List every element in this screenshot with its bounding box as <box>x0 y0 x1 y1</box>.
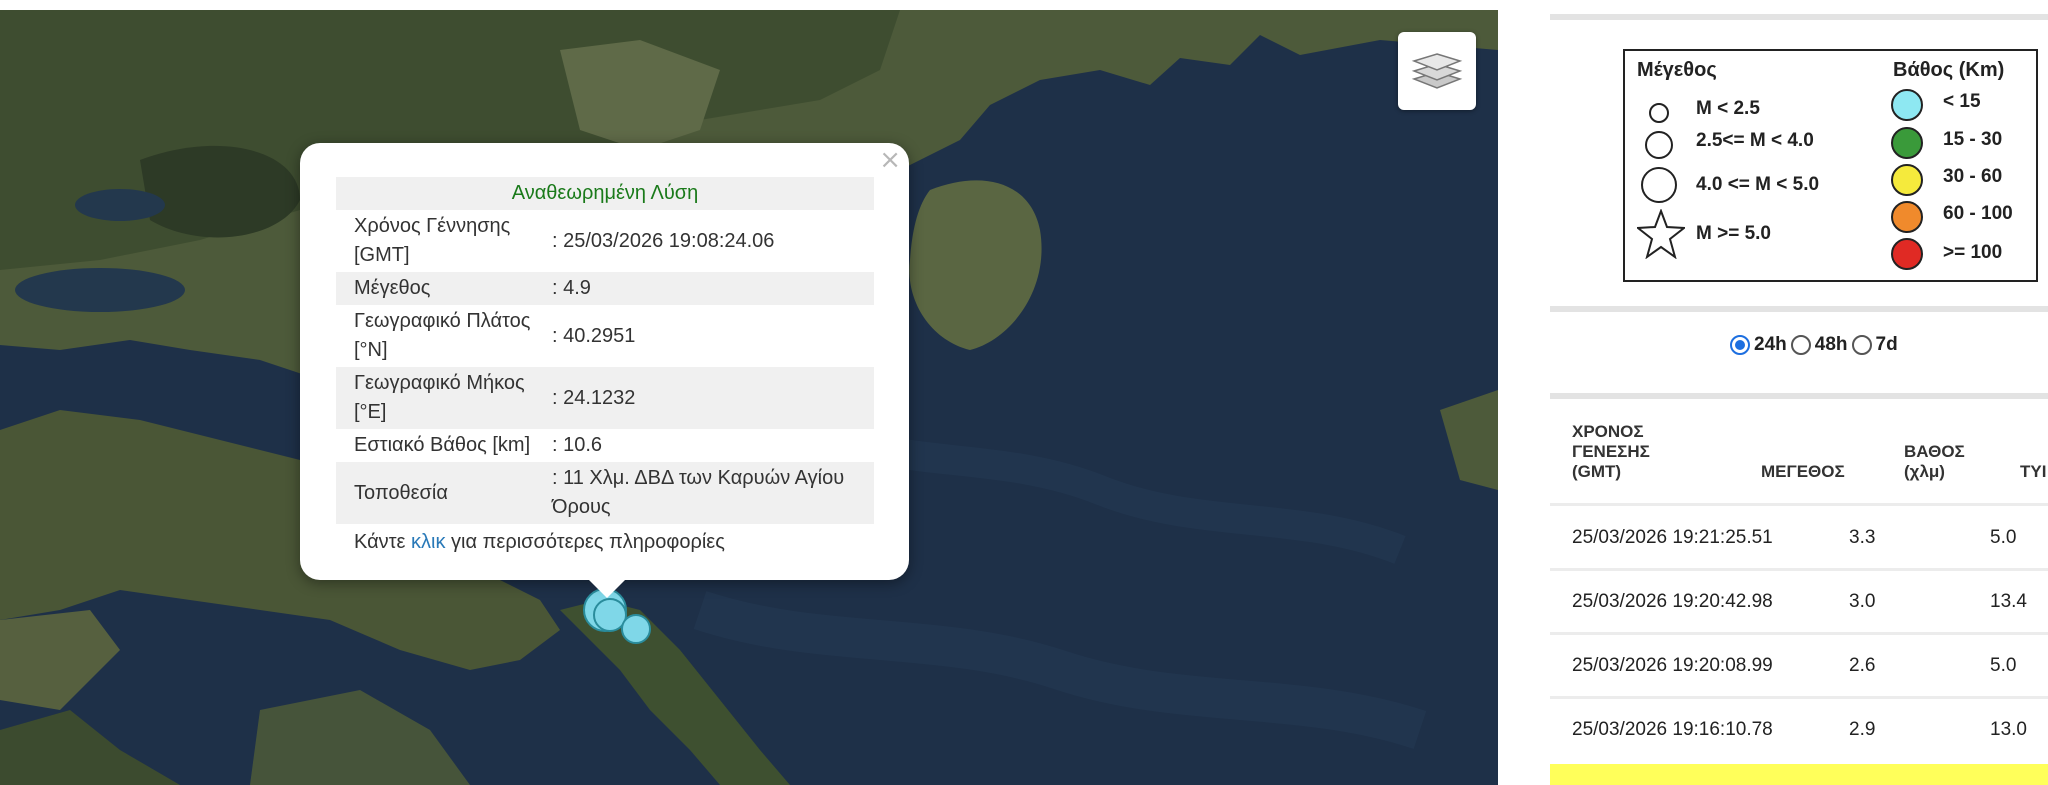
depth-color-swatch <box>1891 89 1923 121</box>
row-time[interactable]: 25/03/2026 19:20:42.98 <box>1572 591 1773 613</box>
depth-color-swatch <box>1891 238 1923 270</box>
header-origin-time-line: (GMT) <box>1572 462 1622 481</box>
filter-48h-label: 48h <box>1814 334 1848 355</box>
legend-depth-title: Βάθος (Km) <box>1893 59 2005 81</box>
filter-24h-label: 24h <box>1754 334 1787 355</box>
sidebar: Μέγεθος Βάθος (Km) M < 2.5 2.5<= M < 4.0… <box>1498 0 2048 785</box>
header-type[interactable]: ΤΥΙ <box>2020 462 2046 482</box>
radio-7d[interactable] <box>1851 335 1872 355</box>
divider <box>1550 306 2048 312</box>
highlighted-table-row[interactable] <box>1550 764 2048 785</box>
header-origin-time[interactable]: ΧΡΟΝΟΣ ΓΕΝΕΣΗΣ (GMT) <box>1572 422 1650 482</box>
header-depth-line: ΒΑΘΟΣ <box>1904 442 1965 461</box>
table-divider <box>1550 632 2048 635</box>
row-depth: 5.0 <box>1990 527 2017 548</box>
table-divider <box>1550 503 2048 506</box>
header-origin-time-line: ΓΕΝΕΣΗΣ <box>1572 442 1650 461</box>
row-magnitude: 3.3 <box>1849 527 1876 548</box>
popup-row-value: : 11 Χλμ. ΔΒΔ των Καρυών Αγίου Όρους <box>552 462 874 524</box>
legend-magnitude-title: Μέγεθος <box>1637 59 1717 81</box>
legend-magnitude-item: M < 2.5 <box>1696 98 1760 119</box>
row-depth: 5.0 <box>1990 655 2017 676</box>
divider <box>1550 393 2048 399</box>
popup-row-label: Μέγεθος <box>336 272 552 305</box>
filter-48h[interactable]: 48h <box>1790 334 1848 356</box>
legend-depth-item: 60 - 100 <box>1943 203 2013 224</box>
popup-row-label: Τοποθεσία <box>336 462 552 524</box>
popup-row-value: : 10.6 <box>552 434 603 456</box>
filter-7d-label: 7d <box>1875 334 1898 355</box>
popup-row-value: : 4.9 <box>552 272 874 305</box>
legend-depth-item: 15 - 30 <box>1943 129 2003 150</box>
magnitude-small-circle-icon <box>1649 103 1669 123</box>
popup-row-label: Εστιακό Βάθος [km] <box>354 434 531 456</box>
popup-row-value: : 40.2951 <box>552 324 636 347</box>
magnitude-star-icon <box>1637 209 1685 259</box>
layers-control-button[interactable] <box>1398 32 1476 110</box>
legend-depth-item: 30 - 60 <box>1943 166 2003 187</box>
row-time[interactable]: 25/03/2026 19:20:08.99 <box>1572 655 1773 677</box>
popup-footer: Κάντε κλικ για περισσότερες πληροφορίες <box>354 531 725 554</box>
depth-color-swatch <box>1891 127 1923 159</box>
popup-row-value: : 24.1232 <box>552 367 874 429</box>
popup-footer-prefix: Κάντε <box>354 531 412 553</box>
table-divider <box>1550 696 2048 699</box>
popup-pointer <box>587 578 627 598</box>
legend-depth-item: < 15 <box>1943 91 1981 112</box>
filter-7d[interactable]: 7d <box>1851 334 1898 356</box>
earthquake-popup: × Αναθεωρημένη Λύση Χρόνος Γέννησης [GMT… <box>300 143 909 580</box>
table-divider <box>1550 568 2048 571</box>
time-range-filter: 24h 48h 7d <box>1730 334 1902 356</box>
magnitude-medium-circle-icon <box>1645 131 1673 159</box>
row-depth: 13.0 <box>1990 719 2027 740</box>
header-magnitude[interactable]: ΜΕΓΕΘΟΣ <box>1761 462 1845 482</box>
popup-row-label: Χρόνος Γέννησης [GMT] <box>354 215 511 266</box>
depth-color-swatch <box>1891 201 1923 233</box>
popup-details-table: Αναθεωρημένη Λύση Χρόνος Γέννησης [GMT]:… <box>336 177 874 524</box>
legend-magnitude-item: M >= 5.0 <box>1696 223 1771 244</box>
radio-48h[interactable] <box>1790 335 1811 355</box>
filter-24h[interactable]: 24h <box>1730 334 1787 356</box>
row-time[interactable]: 25/03/2026 19:16:10.78 <box>1572 719 1773 741</box>
divider <box>1550 14 2048 20</box>
legend-magnitude-item: 2.5<= M < 4.0 <box>1696 130 1814 151</box>
earthquake-marker[interactable] <box>621 614 651 644</box>
map-view[interactable]: × Αναθεωρημένη Λύση Χρόνος Γέννησης [GMT… <box>0 10 1498 785</box>
row-magnitude: 3.0 <box>1849 591 1876 612</box>
popup-title: Αναθεωρημένη Λύση <box>336 177 874 210</box>
row-magnitude: 2.9 <box>1849 719 1876 740</box>
depth-color-swatch <box>1891 164 1923 196</box>
row-magnitude: 2.6 <box>1849 655 1876 676</box>
magnitude-large-circle-icon <box>1641 167 1677 203</box>
popup-row-label: Γεωγραφικό Μήκος [°E] <box>336 367 552 429</box>
layers-icon <box>1411 53 1463 89</box>
popup-footer-suffix: για περισσότερες πληροφορίες <box>445 531 725 553</box>
legend-depth-item: >= 100 <box>1943 242 2003 263</box>
popup-row-label: Γεωγραφικό Πλάτος [°N] <box>354 310 531 361</box>
row-time[interactable]: 25/03/2026 19:21:25.51 <box>1572 527 1773 549</box>
header-depth-line: (χλμ) <box>1904 462 1945 481</box>
popup-close-button[interactable]: × <box>879 147 901 173</box>
legend-box: Μέγεθος Βάθος (Km) M < 2.5 2.5<= M < 4.0… <box>1623 49 2038 282</box>
popup-row-value: : 25/03/2026 19:08:24.06 <box>552 229 775 252</box>
row-depth: 13.4 <box>1990 591 2027 612</box>
radio-24h-selected[interactable] <box>1730 335 1750 355</box>
header-depth[interactable]: ΒΑΘΟΣ (χλμ) <box>1904 442 1965 482</box>
more-info-link[interactable]: κλικ <box>411 531 445 553</box>
legend-magnitude-item: 4.0 <= M < 5.0 <box>1696 174 1820 195</box>
header-origin-time-line: ΧΡΟΝΟΣ <box>1572 422 1644 441</box>
